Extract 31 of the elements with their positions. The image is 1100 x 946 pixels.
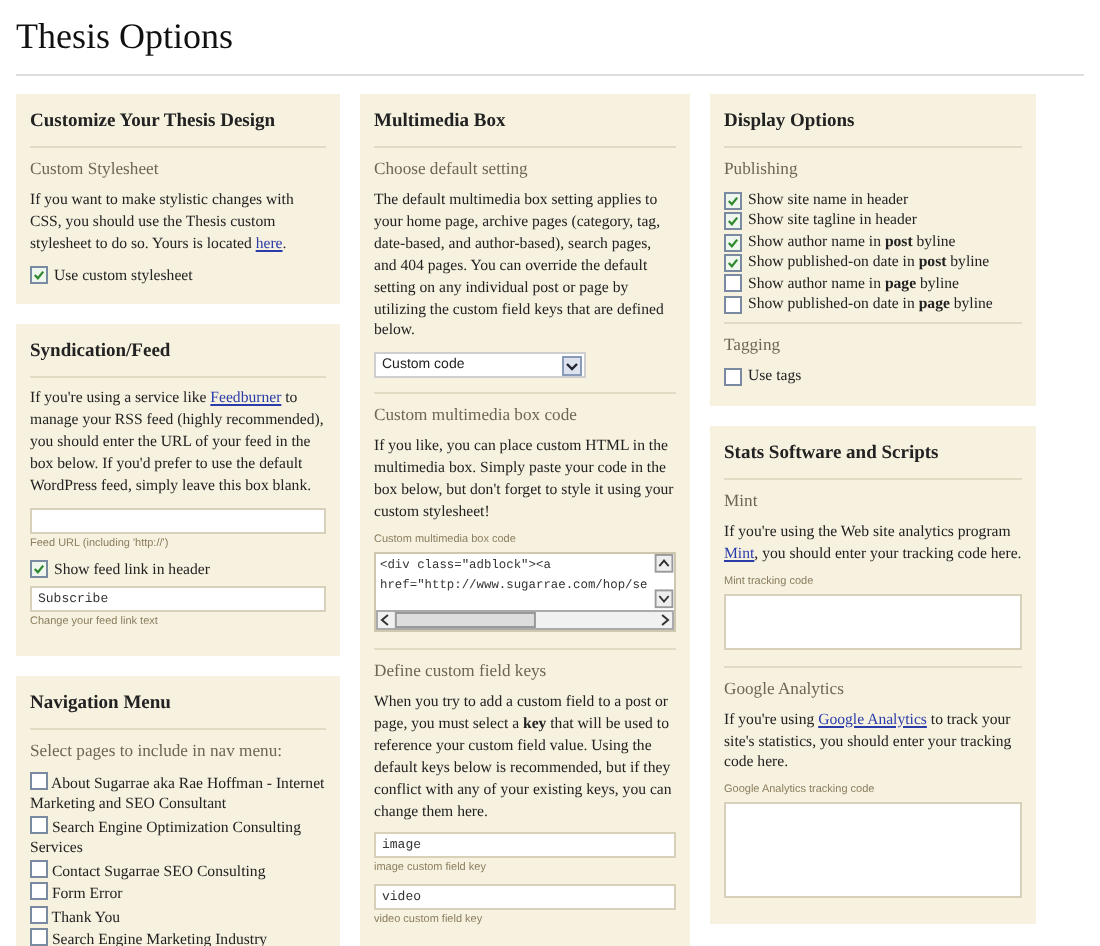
panel-title: Display Options	[724, 106, 1022, 148]
section-heading: Choose default setting	[374, 158, 530, 180]
section-heading: Mint	[724, 489, 760, 512]
section-heading: Custom Stylesheet	[30, 158, 161, 180]
section-heading: Define custom field keys	[374, 659, 549, 682]
section-heading: Google Analytics	[724, 677, 846, 700]
panel-title: Navigation Menu	[30, 688, 326, 731]
textarea-field[interactable]	[724, 802, 1022, 899]
horizontal-scrollbar[interactable]	[376, 609, 674, 630]
checkbox[interactable]	[30, 266, 48, 285]
checkbox[interactable]	[724, 212, 742, 231]
panel-title: Syndication/Feed	[30, 336, 326, 379]
checkbox[interactable]	[724, 233, 742, 252]
section-heading: Publishing	[724, 158, 800, 180]
checkbox[interactable]	[724, 274, 742, 293]
text-field[interactable]	[30, 507, 326, 534]
section-heading: Tagging	[724, 334, 783, 357]
vertical-scrollbar[interactable]	[654, 553, 674, 610]
textarea-field[interactable]	[724, 593, 1022, 650]
checkbox[interactable]	[724, 253, 742, 272]
panel-title: Stats Software and Scripts	[724, 437, 1022, 480]
section-heading: Custom multimedia box code	[374, 404, 579, 427]
panel-title: Customize Your Thesis Design	[30, 106, 326, 148]
checkbox[interactable]	[724, 295, 742, 314]
caret-icon	[562, 355, 582, 376]
checkbox[interactable]	[724, 368, 742, 387]
page-title: Thesis Options	[16, 12, 1084, 76]
checkbox[interactable]	[724, 191, 742, 210]
section-heading: Select pages to include in nav menu:	[30, 740, 285, 763]
panel-title: Multimedia Box	[374, 106, 676, 148]
checkbox[interactable]	[30, 560, 48, 579]
